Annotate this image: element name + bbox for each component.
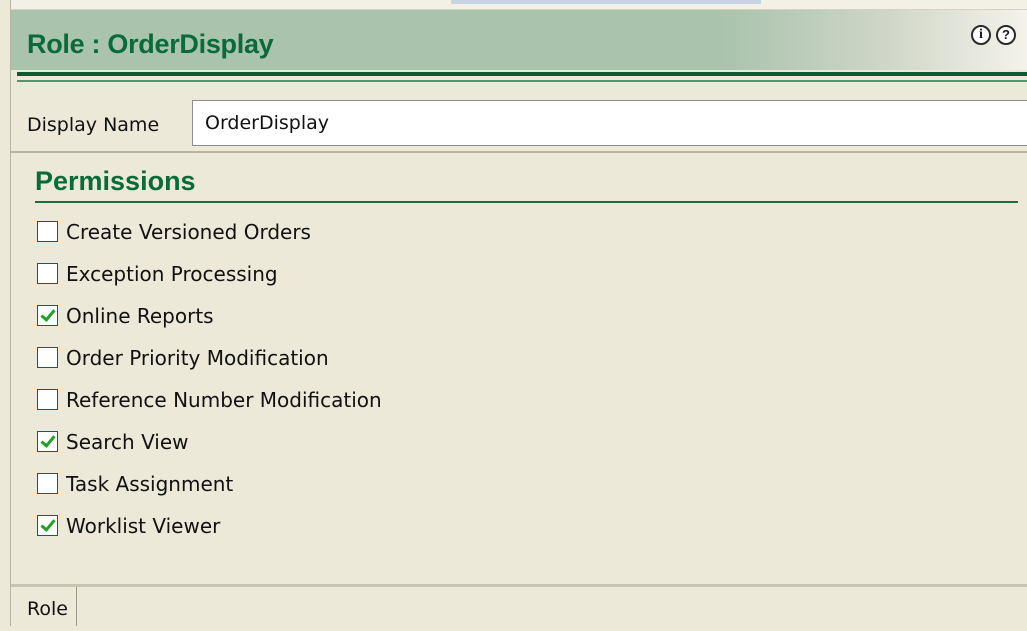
permission-checkbox[interactable]	[37, 263, 58, 284]
permission-checkbox[interactable]	[37, 473, 58, 494]
permission-label[interactable]: Search View	[66, 430, 189, 454]
permission-label[interactable]: Order Priority Modification	[66, 346, 329, 370]
permission-checkbox[interactable]	[37, 347, 58, 368]
permission-checkbox[interactable]	[37, 431, 58, 452]
permission-label[interactable]: Reference Number Modification	[66, 388, 382, 412]
top-edge	[11, 0, 1027, 10]
permissions-divider	[35, 201, 1018, 203]
display-name-field[interactable]	[192, 100, 1027, 146]
permission-checkbox[interactable]	[37, 389, 58, 410]
tab-role[interactable]: Role	[19, 587, 77, 626]
info-icon[interactable]: i	[971, 25, 991, 45]
permission-label[interactable]: Online Reports	[66, 304, 214, 328]
page-title: Role : OrderDisplay	[27, 29, 274, 59]
permission-checkbox[interactable]	[37, 221, 58, 242]
permission-checkbox[interactable]	[37, 305, 58, 326]
header-divider-accent	[17, 80, 1027, 82]
display-name-label: Display Name	[27, 114, 160, 136]
permissions-heading: Permissions	[35, 166, 196, 196]
display-name-row: Display Name	[11, 98, 1027, 150]
help-icon[interactable]: ?	[996, 25, 1016, 45]
permission-label[interactable]: Worklist Viewer	[66, 514, 220, 538]
permission-label[interactable]: Create Versioned Orders	[66, 220, 311, 244]
header-divider	[17, 72, 1027, 76]
permission-label[interactable]: Exception Processing	[66, 262, 278, 286]
section-divider	[11, 151, 1027, 153]
panel-header: Role : OrderDisplay i ?	[11, 10, 1027, 70]
permission-checkbox[interactable]	[37, 515, 58, 536]
permission-label[interactable]: Task Assignment	[66, 472, 233, 496]
role-panel: Role : OrderDisplay i ? Display Name Per…	[10, 0, 1027, 626]
top-edge-highlight	[451, 0, 761, 4]
bottom-tabbar: Role	[11, 587, 1027, 626]
